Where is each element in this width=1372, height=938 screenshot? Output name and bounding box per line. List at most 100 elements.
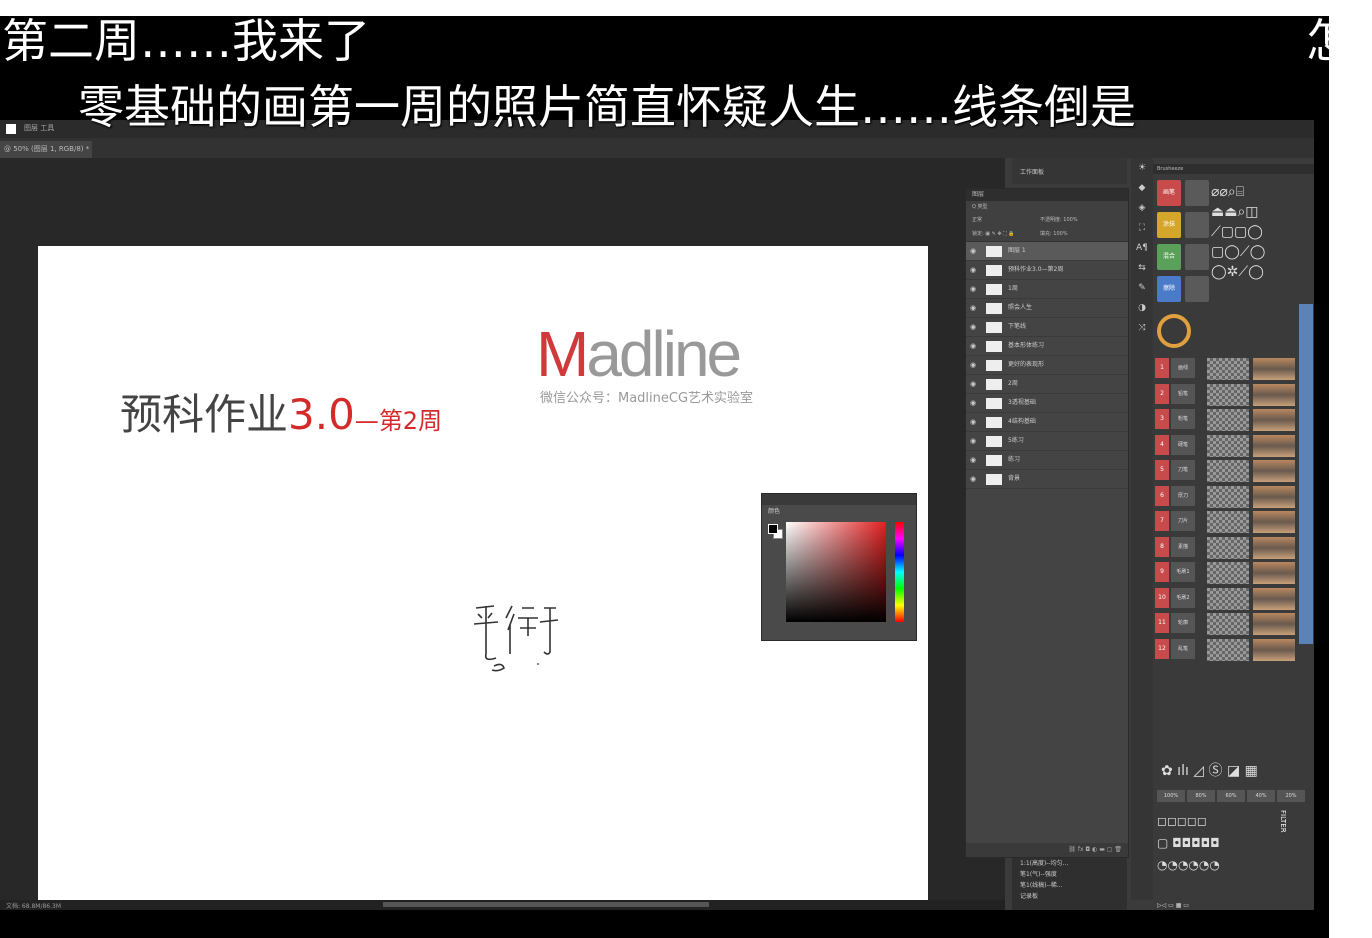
brush-row-preview[interactable] bbox=[1253, 511, 1295, 533]
opacity-field[interactable]: 不透明度: 100% bbox=[1040, 213, 1078, 227]
brush-row-preview[interactable] bbox=[1253, 613, 1295, 635]
brush-row[interactable]: 9 毛刷1 bbox=[1153, 560, 1299, 584]
layer-filter-row[interactable]: Q 类型 bbox=[966, 201, 1128, 213]
brush-row-label[interactable]: 毛刷1 bbox=[1171, 562, 1195, 582]
visibility-eye-icon[interactable]: ◉ bbox=[970, 261, 976, 279]
brush-row-label[interactable]: 铅笔 bbox=[1171, 383, 1195, 404]
brush-row-preview[interactable] bbox=[1253, 434, 1295, 457]
brush-category-button[interactable]: 画笔 bbox=[1157, 180, 1181, 206]
brush-row-label[interactable]: 厚刀 bbox=[1171, 485, 1195, 506]
brush-row[interactable]: 7 刀片 bbox=[1153, 509, 1299, 533]
playback-icons[interactable]: ▷◁ ▭ ▦ ▭ bbox=[1157, 902, 1307, 910]
brush-row[interactable]: 10 毛刷2 bbox=[1153, 586, 1299, 610]
brush-row-preview[interactable] bbox=[1253, 358, 1295, 380]
brush-row-label[interactable]: 粉笔 bbox=[1171, 409, 1195, 429]
visibility-eye-icon[interactable]: ◉ bbox=[970, 394, 976, 412]
layer-row[interactable]: ◉ 练习 bbox=[966, 451, 1128, 470]
opacity-step-button[interactable]: 20% bbox=[1277, 790, 1305, 802]
hue-slider[interactable] bbox=[895, 522, 904, 622]
brush-row[interactable]: 3 粉笔 bbox=[1153, 407, 1299, 431]
brush-row-preview[interactable] bbox=[1253, 409, 1295, 431]
visibility-eye-icon[interactable]: ◉ bbox=[970, 432, 976, 450]
video-player[interactable]: 第二周……我来了 怎 零基础的画第一周的照片简直怀疑人生……线条倒是 图层 工具… bbox=[0, 16, 1329, 938]
visibility-eye-icon[interactable]: ◉ bbox=[970, 413, 976, 431]
brush-row-preview[interactable] bbox=[1253, 383, 1295, 406]
layer-row[interactable]: ◉ 照会人生 bbox=[966, 299, 1128, 318]
brush-row-label[interactable]: 硬笔 bbox=[1171, 434, 1195, 455]
layer-row[interactable]: ◉ 更好的表现形 bbox=[966, 356, 1128, 375]
layer-row[interactable]: ◉ 2周 bbox=[966, 375, 1128, 394]
brush-row[interactable]: 4 硬笔 bbox=[1153, 433, 1299, 457]
brush-row-preview[interactable] bbox=[1253, 536, 1295, 559]
layer-row[interactable]: ◉ 下笔线 bbox=[966, 318, 1128, 337]
brush-row[interactable]: 5 刀笔 bbox=[1153, 458, 1299, 482]
opacity-step-button[interactable]: 40% bbox=[1247, 790, 1275, 802]
brush-row-label[interactable]: 画线 bbox=[1171, 358, 1195, 378]
layer-row[interactable]: ◉ 基本形体练习 bbox=[966, 337, 1128, 356]
foreground-color-swatch[interactable] bbox=[768, 524, 778, 534]
brush-row-label[interactable]: 素描 bbox=[1171, 536, 1195, 557]
brush-row[interactable]: 2 铅笔 bbox=[1153, 382, 1299, 406]
layer-row[interactable]: ◉ 3透视基础 bbox=[966, 394, 1128, 413]
visibility-eye-icon[interactable]: ◉ bbox=[970, 470, 976, 488]
canvas-horizontal-scrollbar[interactable] bbox=[383, 902, 709, 907]
visibility-eye-icon[interactable]: ◉ bbox=[970, 337, 976, 355]
layers-panel-tab[interactable]: 图层 bbox=[966, 189, 1128, 201]
blend-mode-select[interactable]: 正常 bbox=[972, 213, 982, 227]
brush-row-label[interactable]: 毛刷2 bbox=[1171, 587, 1195, 608]
panel-icons[interactable]: ☀ ◆ ◈ ⛶ A¶ ⇆ ✎ ◑ ⤨ bbox=[1131, 158, 1153, 338]
brush-category-button[interactable]: 涂抹 bbox=[1157, 212, 1181, 238]
brush-row[interactable]: 6 厚刀 bbox=[1153, 484, 1299, 508]
layer-row[interactable]: ◉ 图层 1 bbox=[966, 242, 1128, 261]
brush-row-preview[interactable] bbox=[1253, 638, 1295, 661]
brush-category-slider[interactable] bbox=[1185, 244, 1209, 270]
transform-icons[interactable]: ◻◻◻◻◻ ▢ ◘◘◘◘◘ ◔◔◔◔◔◔ bbox=[1157, 810, 1277, 880]
brush-row-preview[interactable] bbox=[1253, 460, 1295, 482]
brush-category-button[interactable]: 混合 bbox=[1157, 244, 1181, 270]
layers-footer-icons[interactable]: ⛓ fx ◘ ◐ ▬ ▢ 🗑 bbox=[966, 843, 1128, 857]
brush-row-label[interactable]: 乱笔 bbox=[1171, 638, 1195, 659]
layer-row[interactable]: ◉ 1周 bbox=[966, 280, 1128, 299]
ps-document-tab[interactable]: @ 50% (图层 1, RGB/8) * × bbox=[0, 141, 92, 170]
saturation-brightness-field[interactable] bbox=[786, 522, 886, 622]
layer-row[interactable]: ◉ 4结构基础 bbox=[966, 413, 1128, 432]
visibility-eye-icon[interactable]: ◉ bbox=[970, 356, 976, 374]
filter-search-icon[interactable]: Q 类型 bbox=[972, 204, 988, 210]
layer-row[interactable]: ◉ 预科作业3.0—第2周 bbox=[966, 261, 1128, 280]
brush-row-label[interactable]: 刀片 bbox=[1171, 511, 1195, 531]
fill-field[interactable]: 填充: 100% bbox=[1040, 227, 1068, 241]
visibility-eye-icon[interactable]: ◉ bbox=[970, 299, 976, 317]
brush-tool-icons[interactable]: ⌀⌀⌕⌸ ⏏⏏⌕◫ ⟋▢▢◯ ▢◯⟋◯ ◯✲⟋◯ bbox=[1211, 182, 1295, 284]
history-item[interactable]: 笔1(气)--强度 bbox=[1012, 869, 1127, 880]
color-picker-header[interactable] bbox=[762, 494, 916, 505]
brush-category-slider[interactable] bbox=[1185, 212, 1209, 238]
brush-category-slider[interactable] bbox=[1185, 276, 1209, 302]
lock-icon[interactable]: 锁定: ▣ ✎ ✥ ⛶ 🔒 bbox=[972, 227, 1014, 241]
brush-row-label[interactable]: 刀笔 bbox=[1171, 460, 1195, 480]
brush-row[interactable]: 8 素描 bbox=[1153, 535, 1299, 559]
brush-row[interactable]: 11 轮廓 bbox=[1153, 611, 1299, 635]
brush-category-button[interactable]: 擦除 bbox=[1157, 276, 1181, 302]
adjustment-icons[interactable]: ✿ ılı ◿ Ⓢ ◪ ▦ bbox=[1153, 760, 1314, 782]
brush-category-slider[interactable] bbox=[1185, 180, 1209, 206]
layer-row[interactable]: ◉ 背景 bbox=[966, 470, 1128, 489]
history-item[interactable]: 1:1(高度)--均匀... bbox=[1012, 858, 1127, 869]
visibility-eye-icon[interactable]: ◉ bbox=[970, 318, 976, 336]
history-item[interactable]: 笔1(线稿)--稀... bbox=[1012, 880, 1127, 891]
brush-row[interactable]: 1 画线 bbox=[1153, 356, 1299, 380]
brush-row-label[interactable]: 轮廓 bbox=[1171, 613, 1195, 633]
visibility-eye-icon[interactable]: ◉ bbox=[970, 280, 976, 298]
brush-row-preview[interactable] bbox=[1253, 587, 1295, 610]
color-picker-panel[interactable]: 颜色 bbox=[761, 493, 917, 641]
opacity-step-button[interactable]: 80% bbox=[1187, 790, 1215, 802]
brush-row-preview[interactable] bbox=[1253, 562, 1295, 584]
visibility-eye-icon[interactable]: ◉ bbox=[970, 451, 976, 469]
brush-row-preview[interactable] bbox=[1253, 485, 1295, 508]
opacity-step-button[interactable]: 60% bbox=[1217, 790, 1245, 802]
ps-canvas-area[interactable]: Madline 微信公众号：MadlineCG艺术实验室 预科作业3.0—第2周 bbox=[0, 158, 1005, 907]
layer-row[interactable]: ◉ 5练习 bbox=[966, 432, 1128, 451]
visibility-eye-icon[interactable]: ◉ bbox=[970, 375, 976, 393]
brush-scroll-column[interactable] bbox=[1299, 304, 1313, 644]
history-item[interactable]: 记录板 bbox=[1012, 891, 1127, 902]
opacity-step-button[interactable]: 100% bbox=[1157, 790, 1185, 802]
